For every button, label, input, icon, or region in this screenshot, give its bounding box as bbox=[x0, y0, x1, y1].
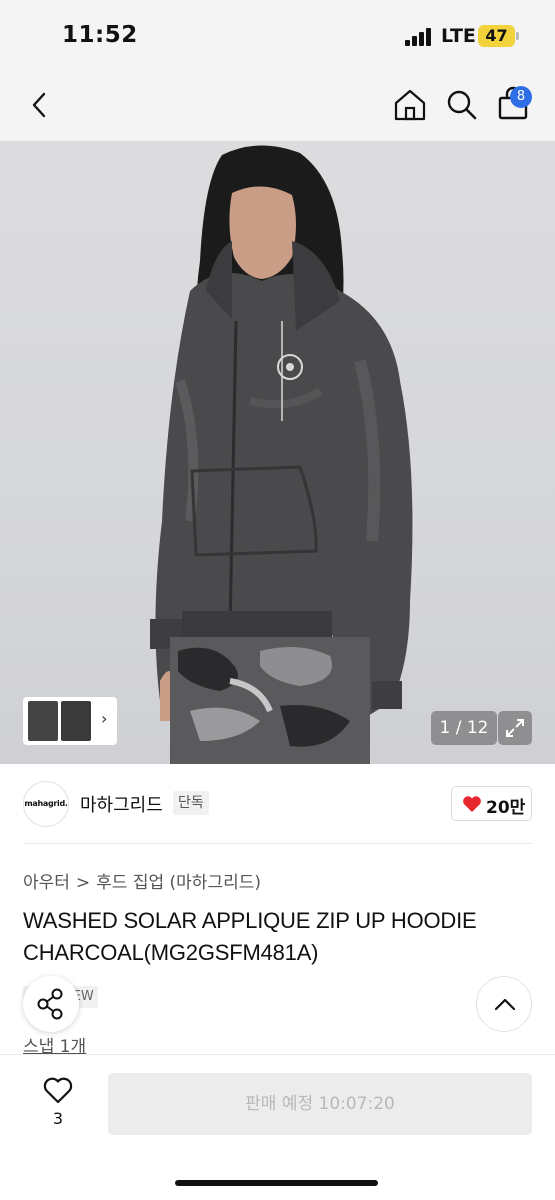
wish-button[interactable]: 3 bbox=[38, 1075, 78, 1131]
back-button[interactable] bbox=[24, 84, 60, 126]
scroll-to-top-button[interactable] bbox=[476, 976, 532, 1032]
battery-level: 47 bbox=[478, 25, 515, 47]
expand-button[interactable] bbox=[498, 711, 532, 745]
buy-button[interactable]: 판매 예정 10:07:20 bbox=[108, 1073, 532, 1135]
heart-filled-icon bbox=[463, 796, 481, 812]
divider bbox=[23, 843, 532, 844]
home-button[interactable] bbox=[392, 86, 428, 124]
status-bar: 11:52 LTE 47 bbox=[0, 0, 555, 70]
heart-outline-icon bbox=[43, 1077, 73, 1104]
brand-row: mahagrid. 마하그리드 단독 20만 bbox=[0, 764, 555, 844]
search-icon bbox=[447, 90, 477, 120]
chevron-right-icon[interactable]: › bbox=[101, 709, 107, 728]
status-time: 11:52 bbox=[62, 22, 138, 48]
like-count: 20만 bbox=[486, 798, 526, 818]
network-type: LTE bbox=[441, 25, 476, 47]
exclusive-badge: 단독 bbox=[173, 791, 209, 815]
signal-icon bbox=[405, 28, 432, 46]
breadcrumb-separator: > bbox=[75, 873, 91, 893]
expand-icon bbox=[506, 719, 524, 737]
breadcrumb-item-category[interactable]: 아우터 bbox=[23, 873, 70, 893]
share-icon bbox=[37, 988, 63, 1020]
search-button[interactable] bbox=[444, 86, 480, 124]
product-title-line-1: WASHED SOLAR APPLIQUE ZIP UP HOODIE bbox=[23, 908, 477, 933]
nav-header bbox=[0, 70, 555, 141]
thumbnail-1[interactable] bbox=[28, 701, 58, 741]
home-icon bbox=[394, 89, 426, 121]
home-indicator bbox=[175, 1180, 378, 1186]
thumbnail-2[interactable] bbox=[61, 701, 91, 741]
thumbnail-strip[interactable]: › bbox=[23, 697, 117, 745]
chevron-up-icon bbox=[494, 998, 516, 1011]
brand-name[interactable]: 마하그리드 bbox=[80, 791, 163, 817]
breadcrumb-item-subcategory[interactable]: 후드 집업 (마하그리드) bbox=[96, 873, 261, 893]
image-page-counter: 1 / 12 bbox=[431, 711, 497, 745]
wish-count: 3 bbox=[52, 1109, 64, 1128]
brand-logo[interactable]: mahagrid. bbox=[23, 781, 69, 827]
like-button[interactable]: 20만 bbox=[451, 786, 532, 821]
cart-count-badge: 8 bbox=[510, 86, 532, 108]
product-title-line-2: CHARCOAL(MG2GSFM481A) bbox=[23, 940, 319, 965]
chevron-left-icon bbox=[32, 92, 46, 118]
share-button[interactable] bbox=[23, 976, 79, 1032]
product-photo bbox=[150, 145, 413, 764]
bottom-action-bar: 3 판매 예정 10:07:20 bbox=[0, 1054, 555, 1200]
product-title: WASHED SOLAR APPLIQUE ZIP UP HOODIE CHAR… bbox=[23, 905, 535, 969]
battery-icon bbox=[516, 32, 519, 40]
breadcrumb: 아우터 > 후드 집업 (마하그리드) bbox=[23, 868, 261, 893]
product-image[interactable]: › 1 / 12 bbox=[0, 141, 555, 764]
